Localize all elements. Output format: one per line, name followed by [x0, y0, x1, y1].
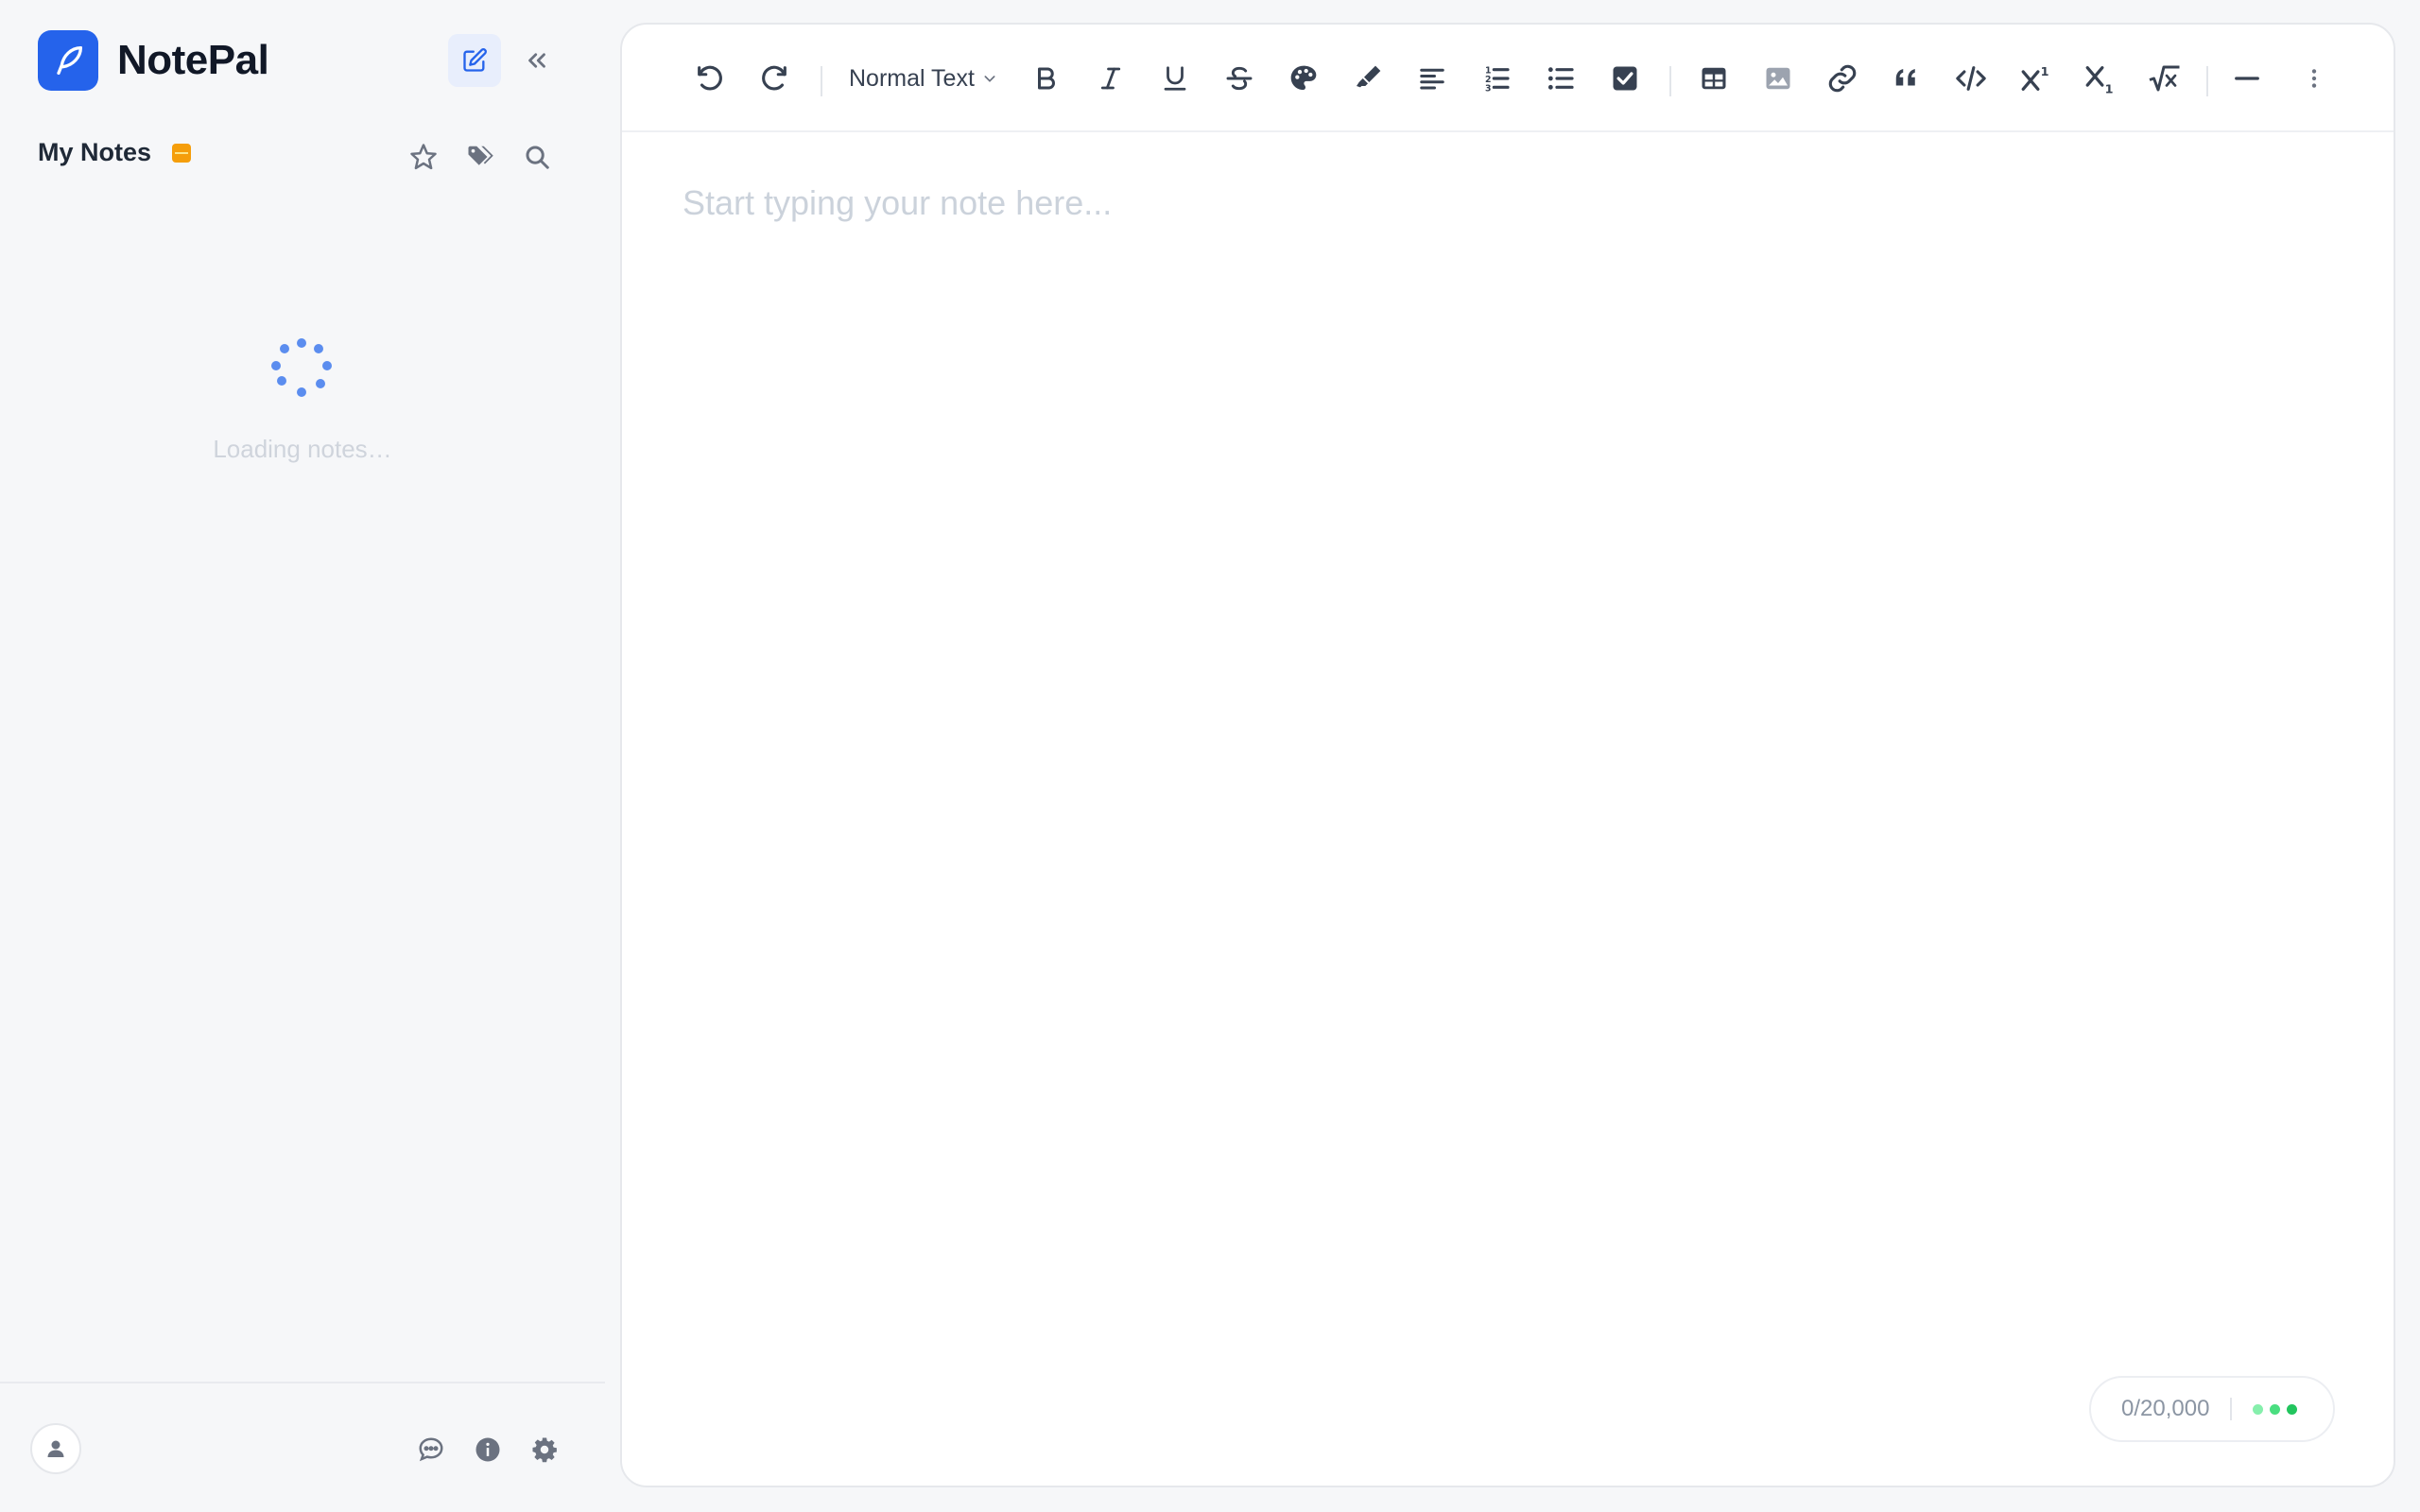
character-count: 0/20,000: [2121, 1396, 2210, 1421]
strikethrough-button[interactable]: [1218, 57, 1261, 100]
sync-dot: [2253, 1403, 2264, 1415]
tags-button[interactable]: [459, 136, 501, 178]
subscript-icon: 1: [2085, 66, 2114, 94]
info-button[interactable]: [467, 1429, 509, 1470]
underline-icon: [1164, 66, 1186, 91]
italic-button[interactable]: [1089, 57, 1132, 100]
search-icon: [526, 146, 549, 169]
ordered-list-icon: 1 2 3: [1485, 66, 1510, 94]
highlighter-icon: [1357, 65, 1381, 88]
new-note-button[interactable]: [448, 34, 501, 87]
editor-panel: Normal Text 1 2 3 1 1 Start typing your …: [620, 23, 2395, 1487]
tags-icon: [468, 146, 493, 165]
text-format-select[interactable]: Normal Text: [849, 57, 997, 100]
math-button[interactable]: [2142, 57, 2186, 100]
collapse-sidebar-button[interactable]: [510, 34, 563, 87]
feather-icon: [38, 30, 98, 91]
image-icon: [1766, 67, 1790, 90]
favorites-button[interactable]: [403, 136, 444, 178]
checklist-button[interactable]: [1603, 57, 1647, 100]
text-format-label: Normal Text: [849, 64, 975, 92]
insert-image-button[interactable]: [1756, 57, 1800, 100]
sync-status-indicator: [2253, 1403, 2298, 1415]
highlight-button[interactable]: [1346, 57, 1390, 100]
chat-icon: [419, 1437, 443, 1462]
sidebar-footer: [0, 1382, 605, 1512]
align-left-icon: [1420, 68, 1444, 90]
subscript-button[interactable]: 1: [2078, 57, 2121, 100]
align-left-button[interactable]: [1410, 57, 1454, 100]
sync-dot: [2270, 1403, 2281, 1415]
svg-text:1: 1: [2105, 83, 2114, 94]
undo-button[interactable]: [688, 57, 732, 100]
section-actions: [403, 136, 558, 178]
search-button[interactable]: [516, 136, 558, 178]
toolbar-divider: [821, 66, 822, 96]
storage-icon: [172, 143, 192, 163]
strikethrough-icon: [1226, 66, 1253, 91]
link-icon: [1828, 64, 1857, 93]
more-vertical-icon: [2311, 69, 2317, 88]
toolbar-divider: [2206, 66, 2208, 96]
notes-section-header: My Notes: [38, 138, 192, 167]
status-pill: 0/20,000: [2089, 1376, 2335, 1442]
status-divider: [2230, 1398, 2233, 1420]
table-icon: [1702, 67, 1726, 90]
undo-icon: [698, 65, 722, 91]
toolbar-divider: [1669, 66, 1671, 96]
underline-button[interactable]: [1153, 57, 1197, 100]
bold-icon: [1038, 67, 1055, 90]
chevron-down-icon: [984, 76, 995, 82]
redo-icon: [762, 65, 786, 91]
loading-text: Loading notes…: [213, 435, 392, 463]
app-name: NotePal: [117, 37, 269, 83]
footer-actions: [410, 1429, 565, 1470]
feedback-button[interactable]: [410, 1429, 452, 1470]
horizontal-rule-icon: [2235, 77, 2259, 80]
more-options-button[interactable]: [2295, 57, 2333, 100]
svg-text:3: 3: [1485, 83, 1492, 94]
superscript-button[interactable]: 1: [2014, 57, 2057, 100]
settings-icon: [532, 1437, 557, 1463]
bullet-list-icon: [1547, 67, 1574, 90]
user-icon: [47, 1440, 64, 1457]
horizontal-rule-button[interactable]: [2225, 57, 2269, 100]
superscript-icon: 1: [2021, 65, 2049, 91]
palette-icon: [1290, 65, 1317, 90]
italic-icon: [1100, 67, 1121, 90]
settings-button[interactable]: [524, 1429, 565, 1470]
blockquote-button[interactable]: [1885, 57, 1928, 100]
editor-toolbar: Normal Text 1 2 3 1 1: [622, 25, 2394, 132]
bold-button[interactable]: [1025, 57, 1068, 100]
star-icon: [410, 144, 437, 170]
quote-icon: [1895, 69, 1915, 86]
code-icon: [1956, 66, 1986, 91]
ordered-list-button[interactable]: 1 2 3: [1475, 57, 1518, 100]
sync-dot: [2287, 1403, 2298, 1415]
info-icon: [475, 1437, 500, 1462]
square-root-icon: [2149, 65, 2180, 92]
checkbox-icon: [1613, 66, 1637, 91]
avatar[interactable]: [30, 1423, 81, 1474]
section-title: My Notes: [38, 138, 152, 166]
bullet-list-button[interactable]: [1539, 57, 1582, 100]
insert-table-button[interactable]: [1692, 57, 1736, 100]
svg-text:1: 1: [2041, 65, 2049, 79]
edit-icon: [463, 48, 487, 72]
loading-spinner: [271, 338, 332, 399]
chevrons-left-icon: [528, 53, 545, 68]
text-color-button[interactable]: [1282, 57, 1325, 100]
redo-button[interactable]: [752, 57, 796, 100]
brand[interactable]: NotePal: [38, 30, 269, 91]
note-editor[interactable]: [683, 183, 2327, 1317]
insert-link-button[interactable]: [1821, 57, 1864, 100]
sidebar: NotePal My Notes Loading notes…: [0, 0, 605, 1512]
code-button[interactable]: [1949, 57, 1993, 100]
